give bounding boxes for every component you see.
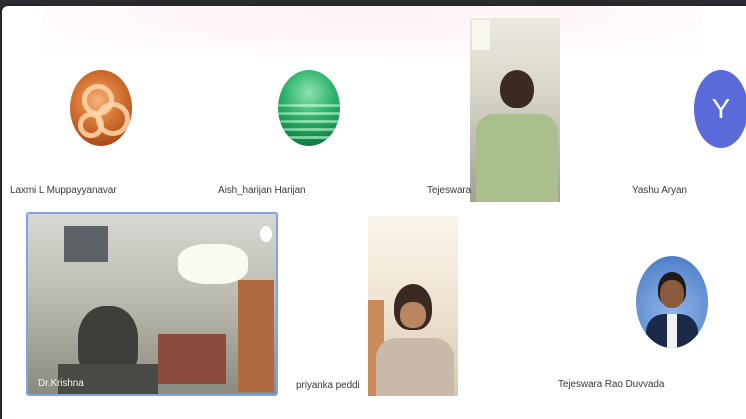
participant-tile-aish[interactable]: Aish_harijan Harijan xyxy=(216,68,396,198)
participant-video xyxy=(368,216,458,396)
participant-name: Yashu Aryan xyxy=(632,185,687,196)
participant-tile-duvvada[interactable]: Tejeswara Rao Duvvada xyxy=(542,252,742,402)
participant-name: Tejeswara Rao Duvvada xyxy=(558,379,665,390)
participant-video xyxy=(470,18,560,202)
profile-photo-avatar xyxy=(636,256,708,348)
meeting-gallery: Laxmi L Muppayyanavar Aish_harijan Harij… xyxy=(2,6,746,419)
participant-tile-yashu[interactable]: Y Yashu Aryan xyxy=(622,68,746,198)
participant-name: Laxmi L Muppayyanavar xyxy=(10,185,117,196)
participant-tile-laxmi[interactable]: Laxmi L Muppayyanavar xyxy=(8,68,188,198)
participant-name: priyanka peddi xyxy=(296,380,360,391)
letter-avatar: Y xyxy=(694,70,746,148)
top-glow xyxy=(42,6,702,56)
green-landscape-avatar xyxy=(278,70,340,146)
participant-name: Aish_harijan Harijan xyxy=(218,185,306,196)
participant-tile-drkrishna[interactable]: Dr.Krishna xyxy=(26,212,278,396)
participant-name: Dr.Krishna xyxy=(38,378,84,389)
om-symbol-avatar xyxy=(70,70,132,146)
participant-tile-tejeswara[interactable]: Tejeswara xyxy=(422,18,602,208)
participant-name: Tejeswara xyxy=(427,185,472,196)
participant-tile-priyanka[interactable]: priyanka peddi xyxy=(294,216,474,400)
